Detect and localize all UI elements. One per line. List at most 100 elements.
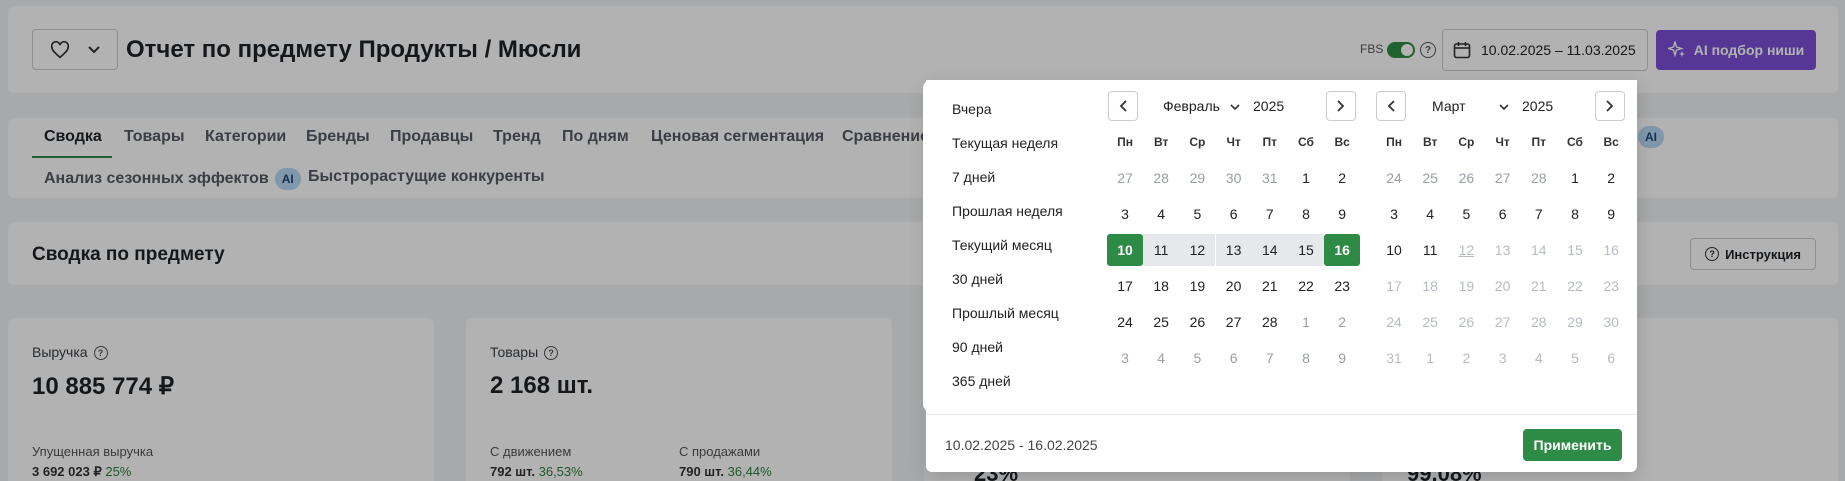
calendar-day[interactable]: 16 [1593, 234, 1629, 266]
calendar-day[interactable]: 2 [1324, 162, 1360, 194]
calendar-day[interactable]: 11 [1143, 234, 1180, 266]
calendar-day[interactable]: 27 [1216, 306, 1252, 338]
calendar-day[interactable]: 4 [1412, 198, 1448, 230]
calendar-day[interactable]: 13 [1485, 234, 1521, 266]
calendar-day[interactable]: 15 [1557, 234, 1593, 266]
next-month-button-left[interactable] [1326, 91, 1356, 121]
right-year[interactable]: 2025 [1522, 98, 1553, 114]
calendar-day[interactable]: 5 [1179, 198, 1215, 230]
calendar-day[interactable]: 24 [1107, 306, 1143, 338]
calendar-day[interactable]: 13 [1215, 234, 1252, 266]
calendar-day[interactable]: 20 [1485, 270, 1521, 302]
next-month-button[interactable] [1595, 91, 1625, 121]
calendar-day[interactable]: 2 [1593, 162, 1629, 194]
calendar-day[interactable]: 20 [1216, 270, 1252, 302]
calendar-day[interactable]: 29 [1557, 306, 1593, 338]
calendar-day[interactable]: 4 [1143, 342, 1179, 374]
calendar-day[interactable]: 6 [1485, 198, 1521, 230]
calendar-day[interactable]: 28 [1252, 306, 1288, 338]
calendar-day[interactable]: 2 [1324, 306, 1360, 338]
calendar-day[interactable]: 21 [1252, 270, 1288, 302]
preset-30-days[interactable]: 30 дней [952, 271, 1003, 287]
calendar-day[interactable]: 28 [1143, 162, 1179, 194]
calendar-day[interactable]: 7 [1521, 198, 1557, 230]
calendar-day[interactable]: 17 [1376, 270, 1412, 302]
calendar-day[interactable]: 9 [1324, 342, 1360, 374]
calendar-day[interactable]: 24 [1376, 306, 1412, 338]
calendar-day[interactable]: 16 [1324, 234, 1361, 266]
calendar-day[interactable]: 3 [1107, 342, 1143, 374]
calendar-day[interactable]: 3 [1485, 342, 1521, 374]
calendar-day[interactable]: 19 [1179, 270, 1215, 302]
calendar-day[interactable]: 7 [1252, 342, 1288, 374]
calendar-day[interactable]: 25 [1412, 162, 1448, 194]
calendar-day[interactable]: 5 [1557, 342, 1593, 374]
calendar-day[interactable]: 12 [1448, 234, 1484, 266]
calendar-day[interactable]: 25 [1143, 306, 1179, 338]
calendar-day[interactable]: 5 [1179, 342, 1215, 374]
left-year[interactable]: 2025 [1253, 98, 1284, 114]
right-month-select[interactable]: Март [1432, 98, 1509, 114]
left-month-select[interactable]: Февраль [1163, 98, 1240, 114]
calendar-day[interactable]: 27 [1485, 162, 1521, 194]
calendar-day[interactable]: 8 [1288, 342, 1324, 374]
calendar-day[interactable]: 21 [1521, 270, 1557, 302]
calendar-day[interactable]: 1 [1288, 162, 1324, 194]
prev-month-button[interactable] [1108, 91, 1138, 121]
calendar-day[interactable]: 15 [1288, 234, 1324, 266]
calendar-day[interactable]: 6 [1216, 342, 1252, 374]
calendar-day[interactable]: 26 [1179, 306, 1215, 338]
preset-current-week[interactable]: Текущая неделя [952, 135, 1058, 151]
calendar-day[interactable]: 14 [1521, 234, 1557, 266]
calendar-day[interactable]: 17 [1107, 270, 1143, 302]
calendar-day[interactable]: 4 [1521, 342, 1557, 374]
preset-last-week[interactable]: Прошлая неделя [952, 203, 1063, 219]
calendar-day[interactable]: 10 [1107, 234, 1143, 266]
calendar-day[interactable]: 1 [1412, 342, 1448, 374]
calendar-day[interactable]: 9 [1324, 198, 1360, 230]
calendar-day[interactable]: 4 [1143, 198, 1179, 230]
calendar-day[interactable]: 26 [1448, 162, 1484, 194]
calendar-day[interactable]: 22 [1288, 270, 1324, 302]
calendar-day[interactable]: 28 [1521, 306, 1557, 338]
calendar-day[interactable]: 12 [1179, 234, 1216, 266]
preset-7-days[interactable]: 7 дней [952, 169, 995, 185]
calendar-day[interactable]: 11 [1412, 234, 1448, 266]
preset-last-month[interactable]: Прошлый месяц [952, 305, 1059, 321]
calendar-day[interactable]: 30 [1216, 162, 1252, 194]
calendar-day[interactable]: 23 [1593, 270, 1629, 302]
calendar-day[interactable]: 18 [1143, 270, 1179, 302]
calendar-day[interactable]: 6 [1593, 342, 1629, 374]
calendar-day[interactable]: 9 [1593, 198, 1629, 230]
calendar-day[interactable]: 28 [1521, 162, 1557, 194]
calendar-day[interactable]: 23 [1324, 270, 1360, 302]
calendar-day[interactable]: 18 [1412, 270, 1448, 302]
preset-yesterday[interactable]: Вчера [952, 101, 992, 117]
apply-button[interactable]: Применить [1523, 429, 1622, 461]
calendar-day[interactable]: 6 [1216, 198, 1252, 230]
calendar-day[interactable]: 8 [1288, 198, 1324, 230]
preset-90-days[interactable]: 90 дней [952, 339, 1003, 355]
calendar-day[interactable]: 27 [1107, 162, 1143, 194]
calendar-day[interactable]: 1 [1557, 162, 1593, 194]
preset-365-days[interactable]: 365 дней [952, 373, 1011, 389]
calendar-day[interactable]: 1 [1288, 306, 1324, 338]
calendar-day[interactable]: 31 [1376, 342, 1412, 374]
calendar-day[interactable]: 5 [1448, 198, 1484, 230]
calendar-day[interactable]: 31 [1252, 162, 1288, 194]
calendar-day[interactable]: 25 [1412, 306, 1448, 338]
calendar-day[interactable]: 3 [1107, 198, 1143, 230]
calendar-day[interactable]: 22 [1557, 270, 1593, 302]
prev-month-button-right[interactable] [1376, 91, 1406, 121]
calendar-day[interactable]: 24 [1376, 162, 1412, 194]
calendar-day[interactable]: 10 [1376, 234, 1412, 266]
calendar-day[interactable]: 8 [1557, 198, 1593, 230]
calendar-day[interactable]: 27 [1485, 306, 1521, 338]
calendar-day[interactable]: 19 [1448, 270, 1484, 302]
calendar-day[interactable]: 3 [1376, 198, 1412, 230]
calendar-day[interactable]: 26 [1448, 306, 1484, 338]
calendar-day[interactable]: 7 [1252, 198, 1288, 230]
calendar-day[interactable]: 14 [1251, 234, 1288, 266]
preset-current-month[interactable]: Текущий месяц [952, 237, 1052, 253]
calendar-day[interactable]: 2 [1448, 342, 1484, 374]
